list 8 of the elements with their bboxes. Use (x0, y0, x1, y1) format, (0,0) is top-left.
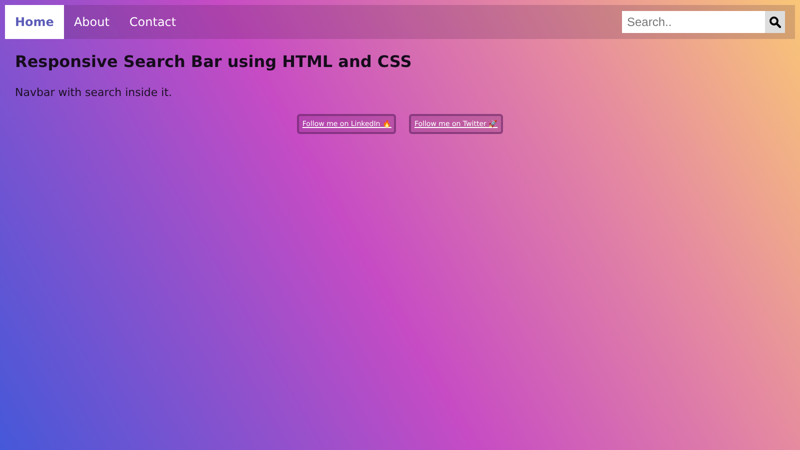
search-button[interactable] (765, 11, 785, 33)
search-field[interactable]: Search.. (622, 11, 765, 33)
page-subtitle: Navbar with search inside it. (15, 86, 174, 99)
nav-tab[interactable]: Contact (119, 5, 186, 39)
search-icon (769, 16, 781, 28)
nav-tab[interactable]: About (64, 5, 120, 39)
page-heading: Responsive Search Bar using HTML and CSS (15, 52, 413, 71)
nav-tab[interactable]: Home (5, 5, 64, 39)
